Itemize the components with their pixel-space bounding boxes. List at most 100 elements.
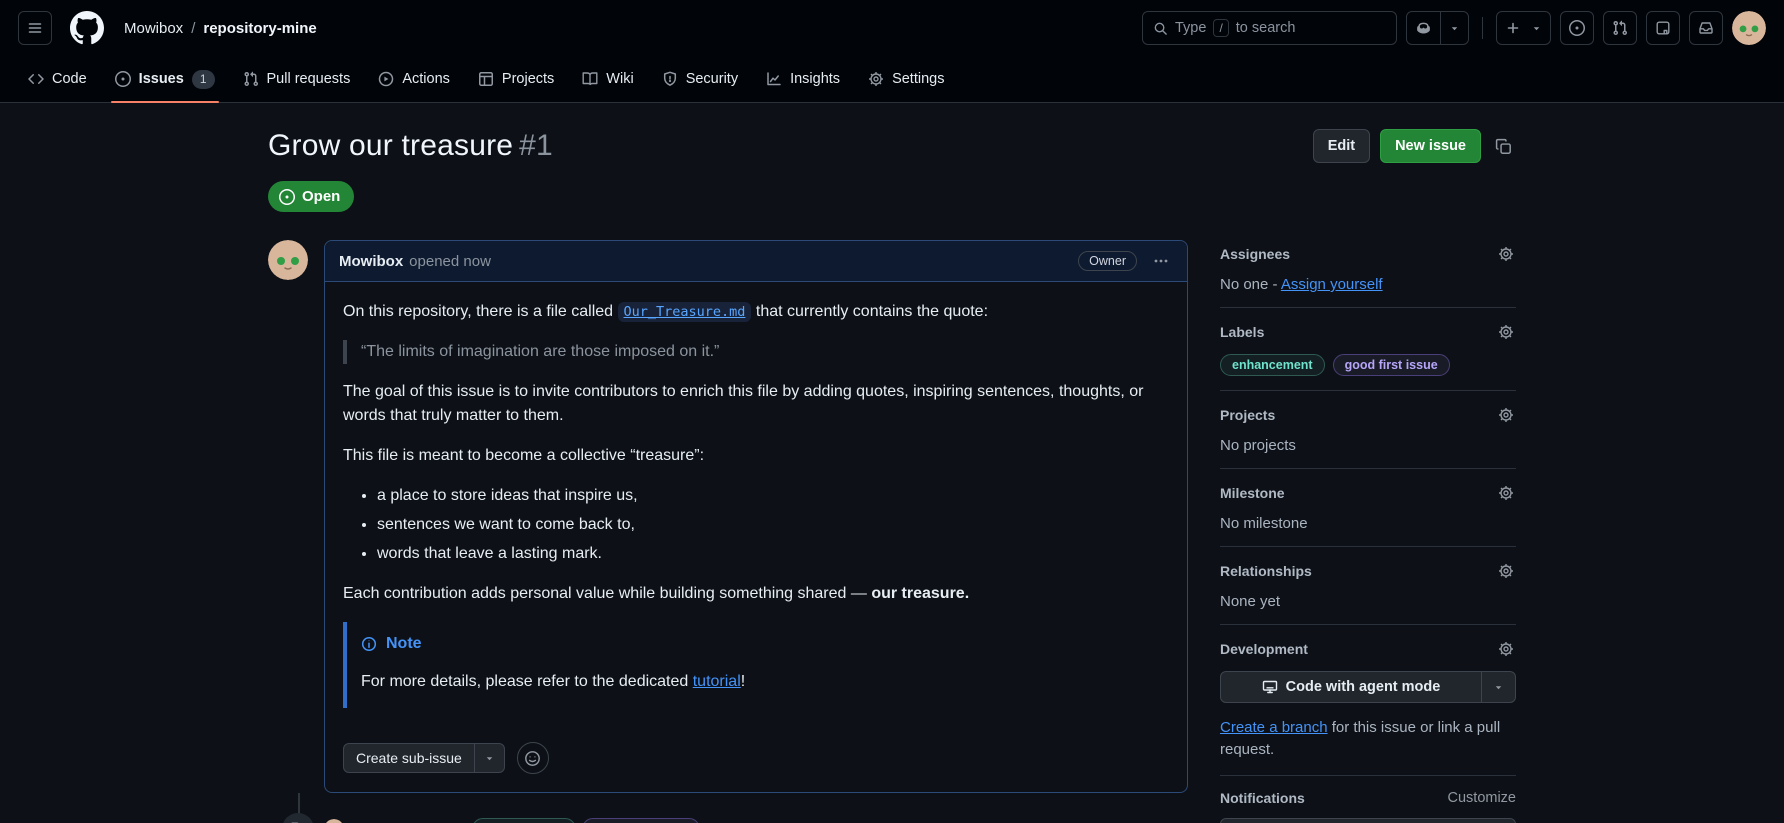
tab-security[interactable]: Security: [650, 56, 750, 102]
comment-header: Mowibox opened now Owner: [325, 241, 1187, 282]
agent-mode-dropdown[interactable]: [1481, 672, 1515, 702]
user-avatar[interactable]: [1732, 11, 1766, 45]
owner-badge: Owner: [1078, 251, 1137, 271]
unsubscribe-button[interactable]: Unsubscribe: [1220, 817, 1516, 823]
create-sub-issue-button[interactable]: Create sub-issue: [344, 744, 474, 772]
timeline-event-labeled: Mowibox added enhancement good first iss…: [282, 811, 1188, 823]
tab-settings[interactable]: Settings: [856, 56, 956, 102]
create-sub-issue-dropdown[interactable]: [473, 744, 504, 772]
slash-key-hint: /: [1213, 19, 1229, 37]
copilot-chevron-down-icon[interactable]: [1440, 12, 1468, 44]
create-branch-link[interactable]: Create a branch: [1220, 719, 1328, 736]
saved-items-button[interactable]: [1646, 11, 1680, 45]
git-pull-request-icon: [1612, 20, 1628, 36]
section-title: Projects: [1220, 407, 1276, 423]
hamburger-menu-button[interactable]: [18, 11, 52, 45]
tab-pull-requests[interactable]: Pull requests: [231, 56, 363, 102]
tab-label: Actions: [402, 71, 450, 87]
note-title: Note: [386, 635, 422, 652]
sidebar-section-assignees: Assignees No one - Assign yourself: [1220, 240, 1516, 307]
status-badge: Open: [268, 181, 355, 212]
text: On this repository, there is a file call…: [343, 303, 618, 320]
code-with-agent-split-button: Code with agent mode: [1220, 671, 1516, 703]
tab-actions[interactable]: Actions: [366, 56, 462, 102]
issue-opened-icon: [1569, 20, 1585, 36]
assignees-empty-text: No one -: [1220, 276, 1281, 293]
comment-card: Mowibox opened now Owner On this reposit…: [324, 240, 1188, 793]
tab-label: Code: [52, 71, 87, 87]
tab-wiki[interactable]: Wiki: [570, 56, 645, 102]
assignees-gear-icon[interactable]: [1496, 244, 1516, 264]
note-text: For more details, please refer to the de…: [361, 670, 1155, 694]
label-enhancement[interactable]: enhancement: [471, 818, 577, 823]
edit-button[interactable]: Edit: [1312, 129, 1371, 163]
copy-icon: [1495, 138, 1512, 155]
tab-label: Wiki: [606, 71, 634, 87]
plus-icon: [1497, 12, 1529, 44]
copilot-icon: [1407, 12, 1440, 44]
comment-author-avatar[interactable]: [268, 240, 308, 280]
title-actions: Edit New issue: [1312, 129, 1516, 163]
sidebar-section-milestone: Milestone No milestone: [1220, 468, 1516, 546]
gear-icon: [868, 71, 884, 87]
relationships-empty-text: None yet: [1220, 593, 1281, 610]
tutorial-link[interactable]: tutorial: [693, 673, 741, 690]
smiley-icon: [524, 750, 541, 767]
breadcrumb-owner[interactable]: Mowibox: [124, 20, 183, 37]
milestone-gear-icon[interactable]: [1496, 483, 1516, 503]
emoji-reaction-button[interactable]: [516, 742, 549, 774]
comment-author[interactable]: Mowibox: [339, 253, 403, 270]
shield-icon: [662, 71, 678, 87]
git-pull-request-icon: [243, 71, 259, 87]
note-callout: Note For more details, please refer to t…: [343, 622, 1169, 708]
file-code-link[interactable]: Our_Treasure.md: [617, 302, 752, 322]
issues-count-badge: 1: [191, 69, 215, 89]
assign-yourself-link[interactable]: Assign yourself: [1281, 276, 1383, 293]
issue-title-text: Grow our treasure: [268, 129, 514, 162]
relationships-gear-icon[interactable]: [1496, 561, 1516, 581]
copy-link-button[interactable]: [1491, 134, 1516, 159]
bold-text: our treasure.: [871, 585, 970, 602]
new-issue-button[interactable]: New issue: [1380, 129, 1481, 163]
copilot-button[interactable]: [1406, 11, 1469, 45]
sidebar-section-projects: Projects No projects: [1220, 390, 1516, 468]
inbox-button[interactable]: [1689, 11, 1723, 45]
chevron-down-icon: [484, 753, 495, 764]
tab-label: Pull requests: [266, 71, 351, 87]
section-title: Relationships: [1220, 563, 1312, 579]
github-logo[interactable]: [70, 11, 104, 45]
your-pull-requests-button[interactable]: [1603, 11, 1637, 45]
book-icon: [582, 71, 598, 87]
tab-code[interactable]: Code: [16, 56, 99, 102]
label-good-first-issue[interactable]: good first issue: [1332, 354, 1450, 376]
tab-projects[interactable]: Projects: [466, 56, 566, 102]
your-issues-button[interactable]: [1560, 11, 1594, 45]
customize-link[interactable]: Customize: [1448, 790, 1517, 806]
create-new-button[interactable]: [1496, 11, 1551, 45]
development-gear-icon[interactable]: [1496, 639, 1516, 659]
kebab-menu-button[interactable]: [1149, 251, 1173, 271]
event-text: Mowibox added enhancement good first iss…: [354, 818, 733, 823]
list-item: a place to store ideas that inspire us,: [377, 484, 1169, 508]
note-title-row: Note: [361, 632, 1155, 656]
projects-gear-icon[interactable]: [1496, 405, 1516, 425]
comment-body: On this repository, there is a file call…: [325, 282, 1187, 742]
list-item: sentences we want to come back to,: [377, 513, 1169, 537]
label-enhancement[interactable]: enhancement: [1220, 354, 1325, 376]
paragraph-contribution: Each contribution adds personal value wh…: [343, 582, 1169, 606]
event-author-avatar[interactable]: [324, 819, 344, 823]
issue-sidebar: Assignees No one - Assign yourself Label…: [1220, 240, 1516, 823]
breadcrumb-repo[interactable]: repository-mine: [203, 20, 316, 37]
tab-insights[interactable]: Insights: [754, 56, 852, 102]
labels-gear-icon[interactable]: [1496, 322, 1516, 342]
graph-icon: [766, 71, 782, 87]
tab-issues[interactable]: Issues 1: [103, 56, 227, 103]
paragraph-file: On this repository, there is a file call…: [343, 300, 1169, 324]
sidebar-section-notifications: Notifications Customize Unsubscribe: [1220, 774, 1517, 823]
label-good-first-issue[interactable]: good first issue: [582, 818, 700, 823]
search-placeholder-suffix: to search: [1235, 20, 1296, 36]
timeline: Mowibox added enhancement good first iss…: [268, 793, 1188, 823]
tab-label: Settings: [892, 71, 945, 87]
code-with-agent-button[interactable]: Code with agent mode: [1221, 672, 1481, 702]
search-input[interactable]: Type / to search: [1142, 11, 1397, 45]
